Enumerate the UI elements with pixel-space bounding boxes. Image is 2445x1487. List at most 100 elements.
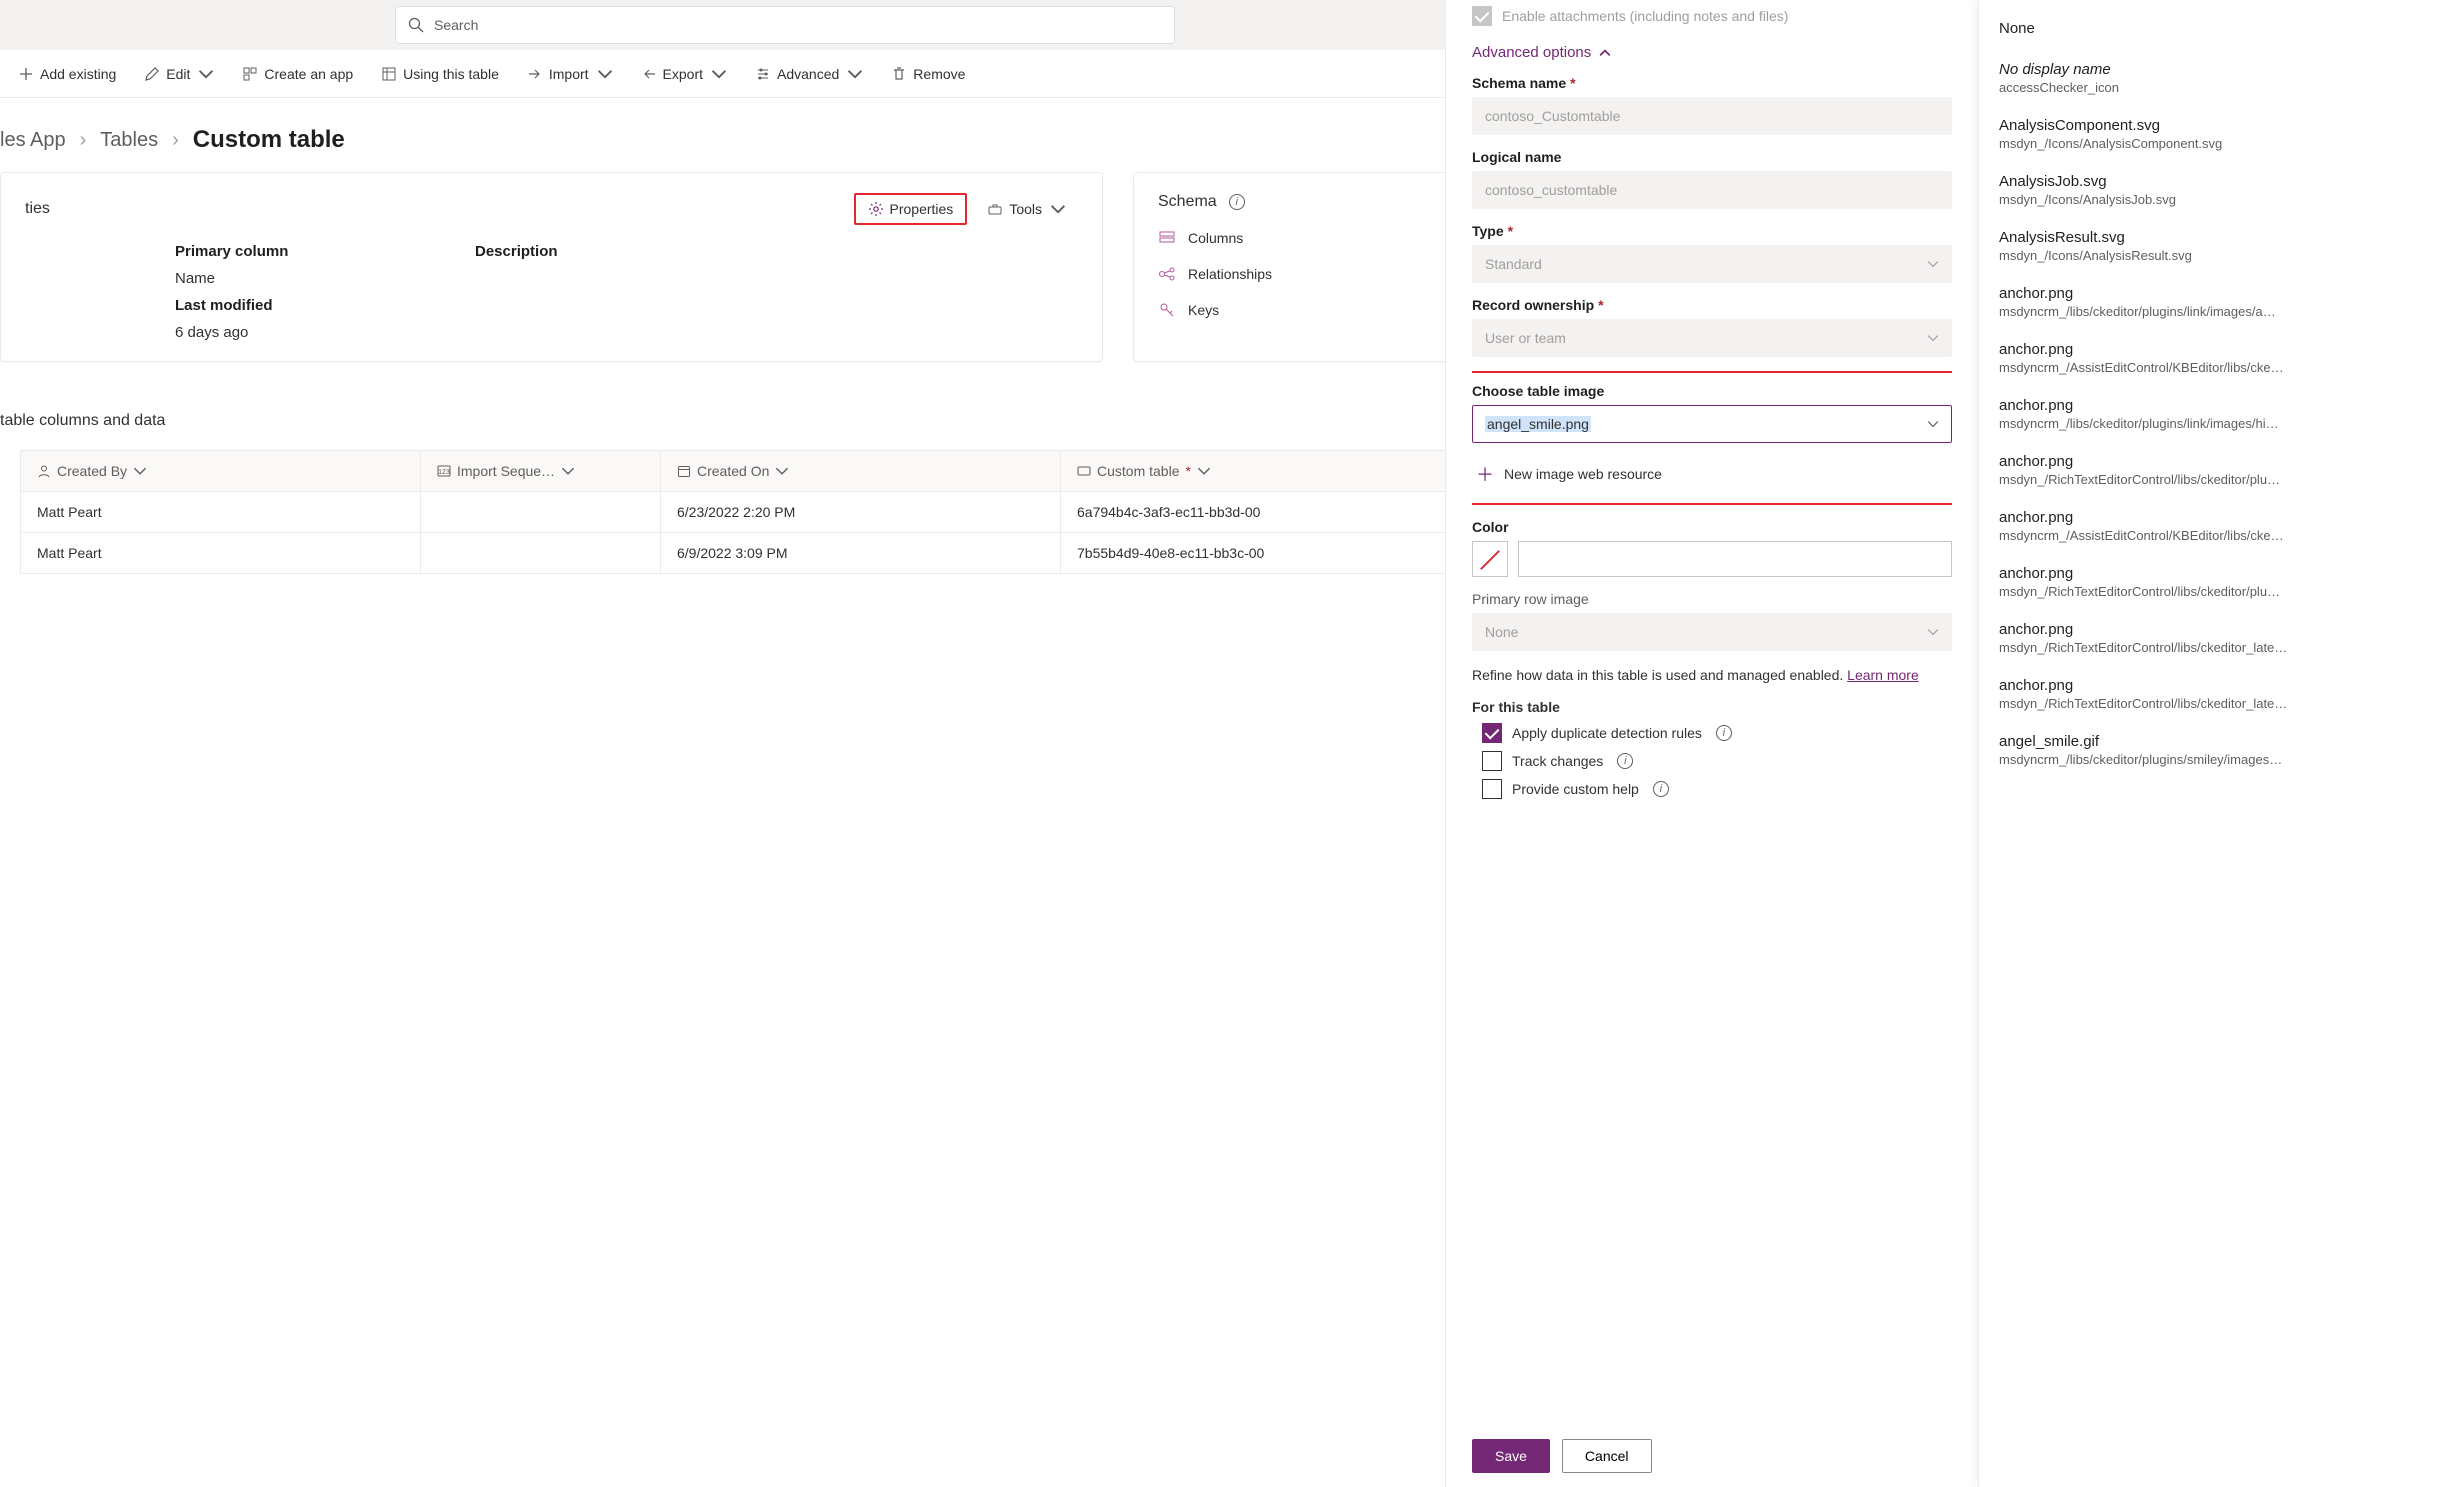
image-option[interactable]: No display nameaccessChecker_icon <box>1979 49 2445 105</box>
breadcrumb-sep: › <box>172 129 179 152</box>
cmd-remove-label: Remove <box>913 66 965 82</box>
pencil-icon <box>144 66 160 82</box>
apply-duplicate-checkbox[interactable] <box>1482 723 1502 743</box>
cmd-import-label: Import <box>549 66 589 82</box>
tools-button[interactable]: Tools <box>975 195 1078 223</box>
image-option-path: msdyn_/RichTextEditorControl/libs/ckedit… <box>1999 640 2425 655</box>
logical-name-input: contoso_customtable <box>1472 171 1952 209</box>
image-option[interactable]: anchor.pngmsdyn_/RichTextEditorControl/l… <box>1979 553 2445 609</box>
image-option[interactable]: None <box>1979 8 2445 49</box>
logical-name-value: contoso_customtable <box>1485 182 1617 198</box>
image-option-title: AnalysisJob.svg <box>1999 173 2425 190</box>
cmd-create-app[interactable]: Create an app <box>232 58 363 90</box>
cmd-using-table[interactable]: Using this table <box>371 58 509 90</box>
chevron-down-icon <box>711 66 727 82</box>
advanced-options-toggle[interactable]: Advanced options <box>1472 44 1952 61</box>
enable-attachments-label: Enable attachments (including notes and … <box>1502 8 1788 24</box>
chevron-down-icon <box>1927 418 1939 430</box>
chevron-down-icon <box>1927 626 1939 638</box>
sliders-icon <box>755 66 771 82</box>
image-option[interactable]: anchor.pngmsdyncrm_/libs/ckeditor/plugin… <box>1979 385 2445 441</box>
new-image-resource-button[interactable]: ＋ New image web resource <box>1472 451 1952 497</box>
plus-icon: ＋ <box>1476 461 1494 487</box>
info-icon[interactable] <box>1229 194 1245 210</box>
image-option[interactable]: anchor.pngmsdyncrm_/AssistEditControl/KB… <box>1979 329 2445 385</box>
global-search[interactable]: Search <box>395 6 1175 44</box>
info-icon[interactable] <box>1617 753 1633 769</box>
enable-attachments-checkbox <box>1472 6 1492 26</box>
choose-image-select[interactable]: angel_smile.png <box>1472 405 1952 443</box>
col-created-on-label: Created On <box>697 463 769 479</box>
image-option-path: msdyncrm_/libs/ckeditor/plugins/link/ima… <box>1999 304 2425 319</box>
image-option-title: None <box>1999 20 2425 37</box>
cell-created-on: 6/9/2022 3:09 PM <box>661 533 1061 574</box>
image-option-path: msdyncrm_/AssistEditControl/KBEditor/lib… <box>1999 528 2425 543</box>
cmd-advanced-label: Advanced <box>777 66 839 82</box>
primary-column-value: Name <box>175 270 475 287</box>
image-option[interactable]: AnalysisComponent.svgmsdyn_/Icons/Analys… <box>1979 105 2445 161</box>
color-input[interactable] <box>1518 541 1952 577</box>
cell-import-seq <box>421 533 661 574</box>
keys-icon <box>1158 301 1176 319</box>
image-option[interactable]: anchor.pngmsdyn_/RichTextEditorControl/l… <box>1979 441 2445 497</box>
schema-card-title: Schema <box>1158 193 1217 211</box>
image-option[interactable]: AnalysisResult.svgmsdyn_/Icons/AnalysisR… <box>1979 217 2445 273</box>
cell-created-on: 6/23/2022 2:20 PM <box>661 492 1061 533</box>
chevron-down-icon <box>561 464 575 478</box>
cmd-advanced[interactable]: Advanced <box>745 58 873 90</box>
image-option[interactable]: anchor.png msdyncrm_/libs/ckeditor/plugin… <box>1979 273 2445 329</box>
cancel-button[interactable]: Cancel <box>1562 1439 1652 1473</box>
cmd-export[interactable]: Export <box>631 58 737 90</box>
cmd-export-label: Export <box>663 66 703 82</box>
logical-name-label: Logical name <box>1472 149 1561 165</box>
new-image-resource-label: New image web resource <box>1504 466 1662 482</box>
cmd-edit[interactable]: Edit <box>134 58 224 90</box>
crumb-app[interactable]: les App <box>0 129 66 152</box>
image-option[interactable]: anchor.pngmsdyn_/RichTextEditorControl/l… <box>1979 609 2445 665</box>
image-option-title: anchor.png <box>1999 285 2425 302</box>
relationships-icon <box>1158 265 1176 283</box>
image-option[interactable]: anchor.pngmsdyn_/RichTextEditorControl/l… <box>1979 665 2445 721</box>
chevron-down-icon <box>133 464 147 478</box>
col-import-seq[interactable]: 123 Import Seque… <box>421 451 661 492</box>
info-icon[interactable] <box>1716 725 1732 741</box>
image-option-path: msdyn_/Icons/AnalysisResult.svg <box>1999 248 2425 263</box>
import-icon <box>527 66 543 82</box>
cell-import-seq <box>421 492 661 533</box>
cmd-create-app-label: Create an app <box>264 66 353 82</box>
table-icon <box>381 66 397 82</box>
image-option-title: anchor.png <box>1999 509 2425 526</box>
info-icon[interactable] <box>1653 781 1669 797</box>
breadcrumb-sep: › <box>80 129 87 152</box>
color-swatch[interactable] <box>1472 541 1508 577</box>
image-options-list[interactable]: NoneNo display nameaccessChecker_iconAna… <box>1978 0 2445 1487</box>
schema-keys-label: Keys <box>1188 302 1219 318</box>
advanced-options-label: Advanced options <box>1472 44 1591 61</box>
learn-more-link[interactable]: Learn more <box>1847 667 1919 683</box>
choose-image-label: Choose table image <box>1472 383 1604 399</box>
toolbox-icon <box>987 201 1003 217</box>
image-option[interactable]: angel_smile.gifmsdyncrm_/libs/ckeditor/p… <box>1979 721 2445 777</box>
cmd-import[interactable]: Import <box>517 58 623 90</box>
track-changes-checkbox[interactable] <box>1482 751 1502 771</box>
col-created-by[interactable]: Created By <box>21 451 421 492</box>
details-card-title: ties <box>25 200 50 218</box>
apply-duplicate-label: Apply duplicate detection rules <box>1512 725 1702 741</box>
plus-icon <box>18 66 34 82</box>
custom-help-checkbox[interactable] <box>1482 779 1502 799</box>
cmd-remove[interactable]: Remove <box>881 58 975 90</box>
save-button[interactable]: Save <box>1472 1439 1550 1473</box>
col-created-on[interactable]: Created On <box>661 451 1061 492</box>
image-option-title: anchor.png <box>1999 565 2425 582</box>
image-option-path: msdyncrm_/libs/ckeditor/plugins/link/ima… <box>1999 416 2425 431</box>
image-option-path: msdyncrm_/libs/ckeditor/plugins/smiley/i… <box>1999 752 2425 767</box>
image-option[interactable]: AnalysisJob.svgmsdyn_/Icons/AnalysisJob.… <box>1979 161 2445 217</box>
cmd-add-existing[interactable]: Add existing <box>8 58 126 90</box>
cell-created-by: Matt Peart <box>21 533 421 574</box>
image-option-path: msdyncrm_/AssistEditControl/KBEditor/lib… <box>1999 360 2425 375</box>
properties-button[interactable]: Properties <box>854 193 968 225</box>
chevron-down-icon <box>1197 464 1211 478</box>
image-option[interactable]: anchor.png msdyncrm_/AssistEditControl/KB… <box>1979 497 2445 553</box>
chevron-down-icon <box>597 66 613 82</box>
crumb-tables[interactable]: Tables <box>100 129 158 152</box>
